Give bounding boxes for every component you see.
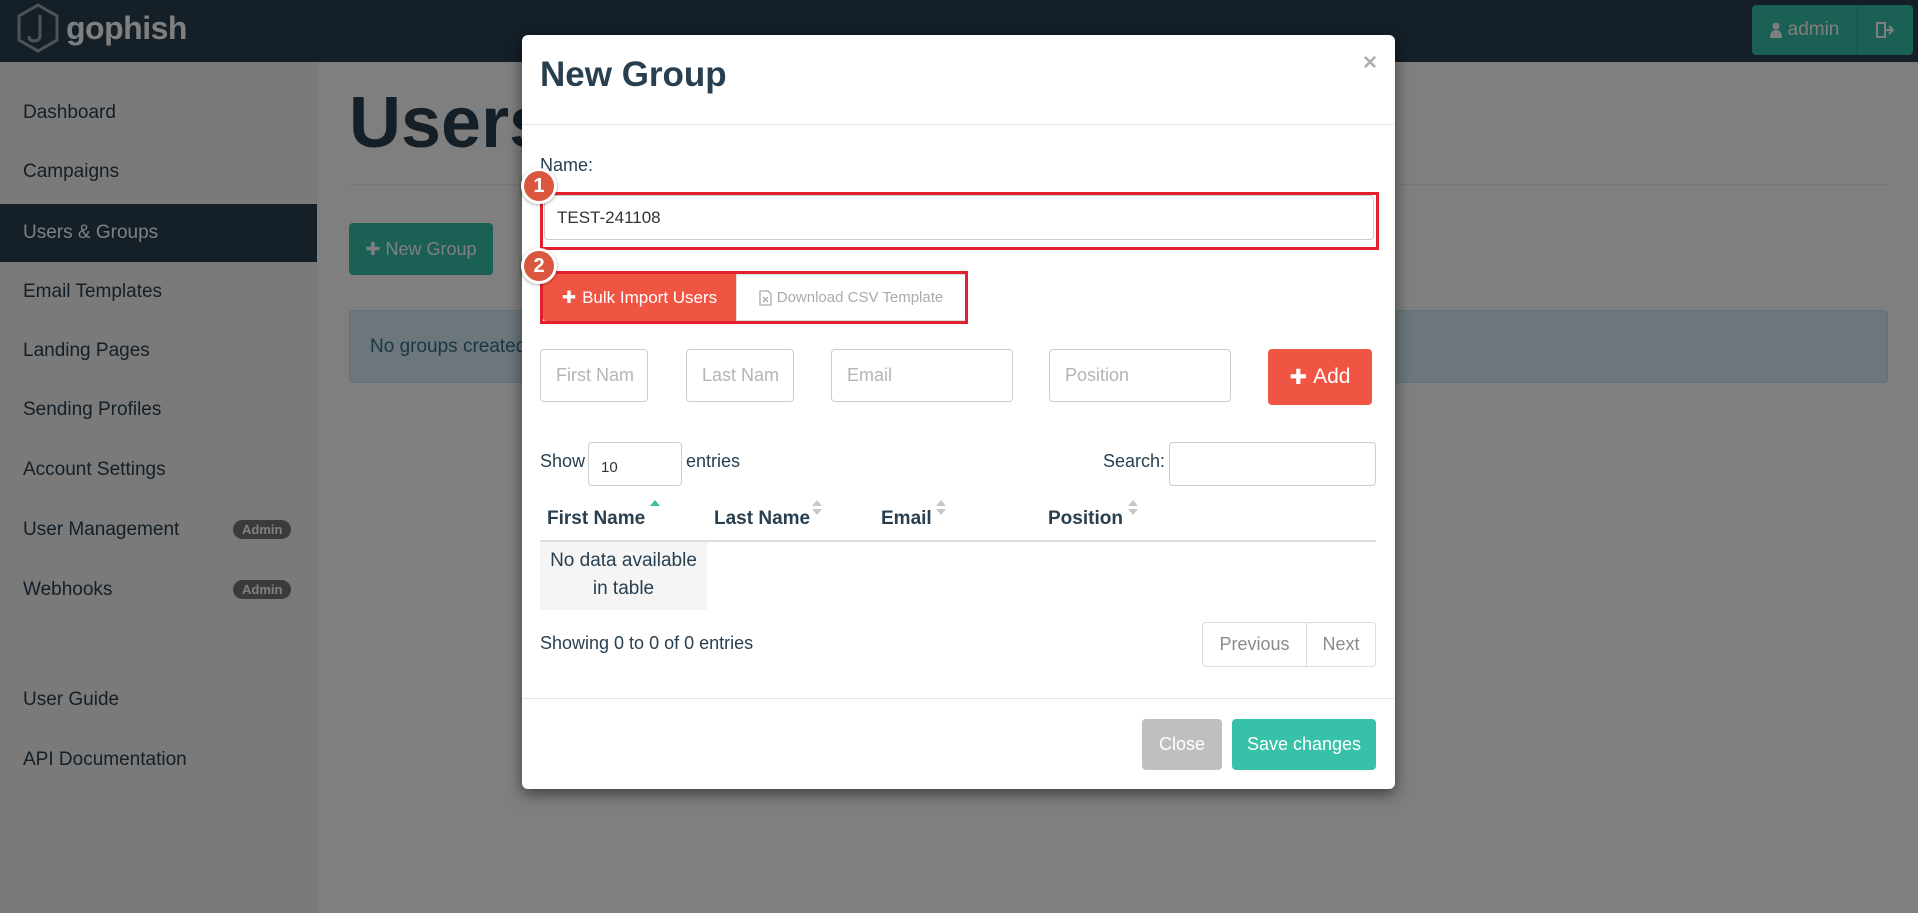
first-name-placeholder: First Nam: [556, 365, 634, 385]
position-placeholder: Position: [1065, 365, 1130, 385]
column-header-position[interactable]: Position: [1048, 508, 1123, 530]
no-data-line: in table: [592, 578, 655, 599]
column-header-label: Last Name: [714, 508, 811, 529]
email-placeholder: Email: [847, 365, 893, 385]
close-icon[interactable]: ×: [1363, 49, 1377, 77]
annotation-marker-1: 1: [521, 168, 557, 204]
sort-icon: [936, 500, 946, 515]
last-name-placeholder: Last Nam: [702, 365, 780, 385]
modal-header: New Group ×: [522, 35, 1395, 125]
entries-per-page-select[interactable]: 10: [588, 442, 682, 486]
no-data-line: No data available: [550, 550, 697, 571]
annotation-marker-2: 2: [521, 248, 557, 284]
annotation-highlight-2: [540, 271, 968, 324]
modal-footer-divider: [522, 698, 1395, 699]
plus-icon: ✚: [1289, 365, 1308, 389]
entries-per-page-value: 10: [601, 458, 618, 476]
add-user-button[interactable]: ✚ Add: [1268, 349, 1372, 405]
show-label: Show: [540, 451, 586, 471]
save-changes-button[interactable]: Save changes: [1232, 719, 1376, 770]
table-search-input[interactable]: [1169, 442, 1376, 486]
add-label: Add: [1313, 365, 1351, 388]
table-info: Showing 0 to 0 of 0 entries: [540, 633, 754, 653]
column-header-email[interactable]: Email: [881, 508, 932, 530]
email-input[interactable]: Email: [831, 349, 1013, 402]
new-group-modal: New Group × Name: TEST-241108 1 ✚ Bulk I…: [521, 35, 1395, 789]
column-header-label: Email: [881, 508, 932, 529]
column-header-last-name[interactable]: Last Name: [714, 508, 810, 530]
previous-page-button[interactable]: Previous: [1203, 623, 1307, 666]
column-header-first-name[interactable]: First Name: [547, 508, 645, 530]
position-input[interactable]: Position: [1049, 349, 1231, 402]
annotation-highlight-1: [540, 192, 1379, 250]
sort-asc-icon: [650, 500, 660, 506]
sort-icon: [1128, 500, 1138, 515]
column-header-label: First Name: [547, 508, 646, 529]
first-name-input[interactable]: First Nam: [540, 349, 648, 402]
close-button[interactable]: Close: [1142, 719, 1222, 770]
sort-icon: [812, 500, 822, 515]
pagination: Previous Next: [1202, 622, 1376, 667]
last-name-input[interactable]: Last Nam: [686, 349, 794, 402]
column-header-label: Position: [1048, 508, 1123, 529]
modal-title: New Group: [540, 55, 727, 94]
empty-table-cell: No data available in table: [540, 542, 707, 610]
search-label: Search:: [1103, 451, 1166, 471]
next-page-button[interactable]: Next: [1307, 623, 1375, 666]
entries-label: entries: [686, 451, 741, 471]
